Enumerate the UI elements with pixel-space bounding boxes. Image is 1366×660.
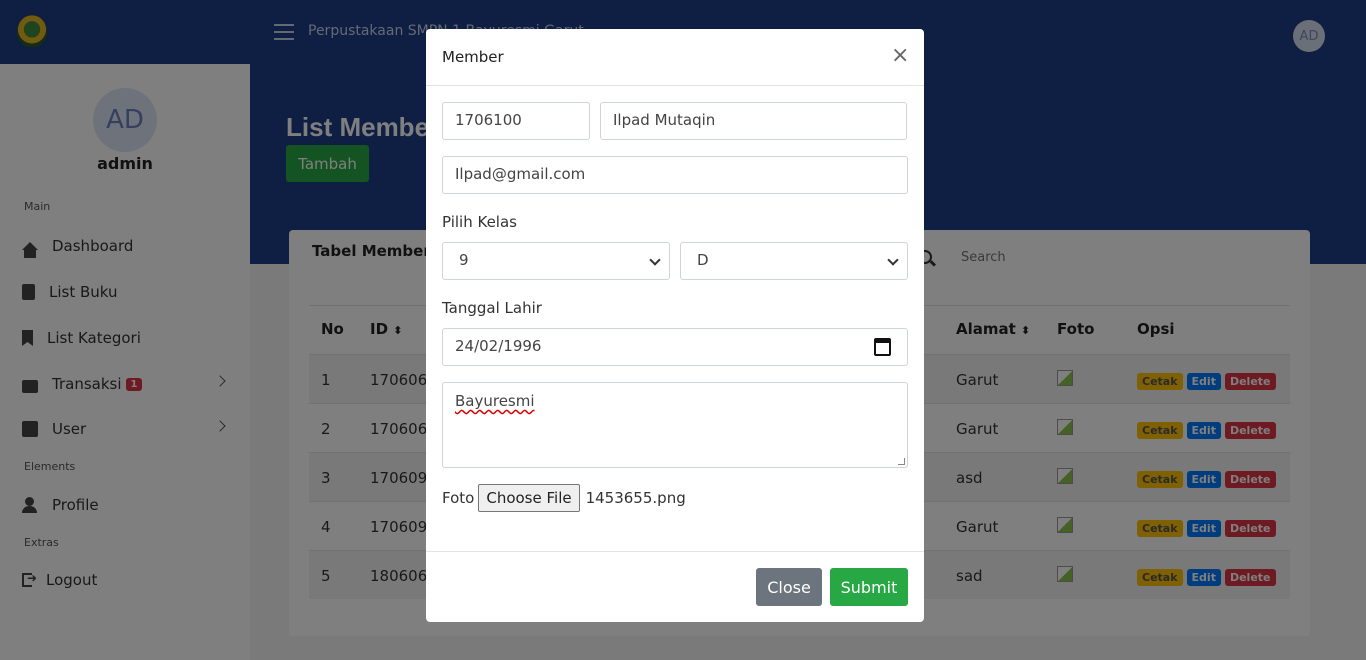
email-field[interactable]: Ilpad@gmail.com [442, 156, 908, 194]
nis-field[interactable]: 1706100 [442, 102, 590, 140]
birthdate-value: 24/02/1996 [455, 337, 542, 355]
submit-button[interactable]: Submit [830, 568, 908, 606]
chevron-down-icon [649, 254, 661, 266]
modal-title: Member [442, 48, 504, 66]
file-name: 1453655.png [585, 489, 686, 507]
address-value: Bayuresmi [455, 392, 535, 410]
close-icon[interactable]: × [891, 45, 909, 67]
member-modal: Member × 1706100 Ilpad Mutaqin Ilpad@gma… [426, 29, 924, 622]
sub-kelas-value: D [697, 251, 709, 269]
chevron-down-icon [887, 254, 899, 266]
divider [426, 551, 924, 552]
birthdate-field[interactable]: 24/02/1996 [442, 328, 908, 366]
resize-handle-icon[interactable] [898, 458, 905, 465]
address-textarea[interactable]: Bayuresmi [442, 382, 908, 468]
kelas-value: 9 [459, 251, 469, 269]
kelas-label: Pilih Kelas [442, 213, 517, 231]
close-button[interactable]: Close [756, 568, 822, 606]
calendar-icon[interactable] [874, 338, 891, 356]
tanggal-label: Tanggal Lahir [442, 299, 542, 317]
foto-row: Foto Choose File 1453655.png [442, 484, 686, 512]
foto-label: Foto [442, 489, 475, 507]
choose-file-button[interactable]: Choose File [478, 484, 580, 512]
name-field[interactable]: Ilpad Mutaqin [600, 102, 907, 140]
divider [426, 85, 924, 86]
sub-kelas-select[interactable]: D [680, 242, 908, 280]
kelas-select[interactable]: 9 [442, 242, 670, 280]
